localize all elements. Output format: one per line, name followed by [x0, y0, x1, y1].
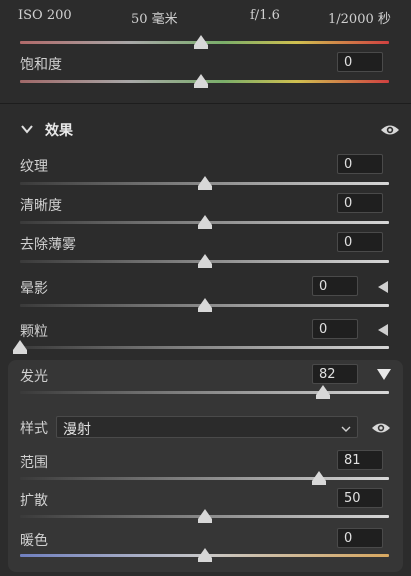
clarity-slider-thumb[interactable] [197, 215, 212, 229]
style-label: 样式 [20, 421, 48, 437]
range-field[interactable]: 81 [337, 450, 383, 470]
saturation-field[interactable]: 0 [337, 52, 383, 72]
chevron-down-icon [341, 422, 351, 432]
focal-length-value: 50 毫米 [131, 12, 178, 27]
vibrance-slider-thumb[interactable] [193, 35, 208, 49]
eye-icon[interactable] [371, 420, 391, 434]
dehaze-field[interactable]: 0 [337, 232, 383, 252]
range-label: 范围 [20, 455, 48, 471]
effects-title: 效果 [45, 123, 73, 139]
glow-label: 发光 [20, 369, 48, 385]
warmth-slider-thumb[interactable] [197, 548, 212, 562]
texture-slider-thumb[interactable] [197, 176, 212, 190]
saturation-slider-thumb[interactable] [193, 74, 208, 88]
vignette-label: 晕影 [20, 281, 48, 297]
iso-value: ISO 200 [18, 8, 72, 23]
expand-grain-icon[interactable] [378, 324, 388, 336]
shutter-value: 1/2000 秒 [328, 12, 391, 27]
eye-icon[interactable] [380, 122, 400, 136]
grain-slider-track[interactable] [20, 346, 389, 349]
style-select-value: 漫射 [63, 422, 91, 438]
glow-field[interactable]: 82 [312, 364, 358, 384]
warmth-label: 暖色 [20, 533, 48, 549]
dehaze-slider-thumb[interactable] [197, 254, 212, 268]
grain-slider-thumb[interactable] [13, 340, 27, 354]
section-divider [0, 103, 411, 104]
spread-field[interactable]: 50 [337, 488, 383, 508]
warmth-field[interactable]: 0 [337, 528, 383, 548]
grain-label: 颗粒 [20, 324, 48, 340]
style-select[interactable]: 漫射 [56, 416, 358, 438]
dehaze-label: 去除薄雾 [20, 237, 76, 253]
spread-slider-thumb[interactable] [197, 509, 212, 523]
glow-slider-track[interactable] [20, 391, 389, 394]
grain-field[interactable]: 0 [312, 319, 358, 339]
texture-label: 纹理 [20, 159, 48, 175]
clarity-label: 清晰度 [20, 198, 62, 214]
vignette-slider-thumb[interactable] [197, 298, 212, 312]
range-slider-thumb[interactable] [311, 471, 326, 485]
expand-vignette-icon[interactable] [378, 281, 388, 293]
texture-field[interactable]: 0 [337, 154, 383, 174]
range-slider-track[interactable] [20, 477, 389, 480]
chevron-down-icon[interactable] [20, 121, 34, 135]
vignette-field[interactable]: 0 [312, 276, 358, 296]
collapse-glow-icon[interactable] [377, 369, 391, 380]
glow-slider-thumb[interactable] [315, 385, 330, 399]
aperture-value: f/1.6 [250, 8, 280, 23]
saturation-label: 饱和度 [20, 57, 62, 73]
spread-label: 扩散 [20, 493, 48, 509]
clarity-field[interactable]: 0 [337, 193, 383, 213]
